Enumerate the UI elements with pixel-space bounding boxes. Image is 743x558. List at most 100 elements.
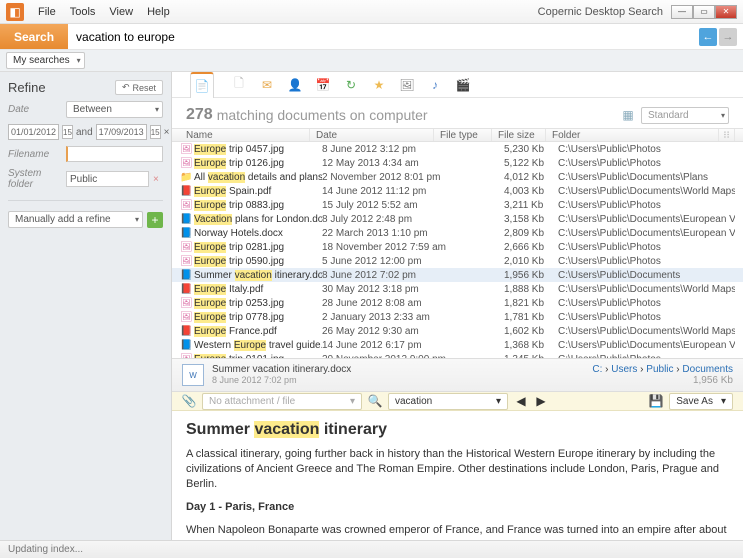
mail-icon[interactable]: ✉ (260, 78, 274, 92)
search-input[interactable] (68, 24, 699, 49)
file-date: 14 June 2012 6:17 pm (322, 340, 446, 351)
add-refine-button[interactable]: + (147, 212, 163, 228)
history-icon[interactable]: ↻ (344, 78, 358, 92)
file-icon: 📘 (180, 214, 194, 225)
nav-forward-button[interactable]: → (719, 28, 737, 46)
file-date: 14 June 2012 11:12 pm (322, 186, 446, 197)
file-name: Europe trip 0590.jpg (194, 256, 322, 267)
file-date: 28 June 2012 8:08 am (322, 298, 446, 309)
save-as-dropdown[interactable]: Save As▾ (669, 393, 733, 410)
manual-refine-dropdown[interactable]: Manually add a refine (8, 211, 143, 228)
file-date: 12 May 2013 4:34 am (322, 158, 446, 169)
attachment-icon[interactable]: 📎 (182, 394, 196, 408)
system-folder-input[interactable]: Public (66, 171, 149, 187)
preview-paragraph: A classical itinerary, going further bac… (186, 447, 729, 492)
new-doc-icon[interactable]: 🗋 (232, 78, 246, 92)
date-mode-dropdown[interactable]: Between (66, 101, 163, 118)
file-name: Europe trip 0457.jpg (194, 144, 322, 155)
file-date: 8 July 2012 2:48 pm (322, 214, 446, 225)
date-to-input[interactable]: 17/09/2013 (96, 124, 147, 140)
file-name: Europe trip 0281.jpg (194, 242, 322, 253)
file-size: 1,368 Kb (504, 340, 558, 351)
column-filetype[interactable]: File type (434, 129, 492, 141)
result-row[interactable]: 📘Western Europe travel guide.docx14 June… (172, 338, 743, 352)
result-row[interactable]: 📕Europe Spain.pdf14 June 2012 11:12 pm 4,… (172, 184, 743, 198)
minimize-button[interactable]: — (671, 5, 693, 19)
result-row[interactable]: 🖼Europe trip 0253.jpg28 June 2012 8:08 a… (172, 296, 743, 310)
system-folder-label: System folder (8, 168, 62, 190)
preview-date: 8 June 2012 7:02 pm (212, 375, 584, 385)
column-grip-icon[interactable]: ⁝⁝ (719, 129, 735, 141)
result-row[interactable]: 📘Norway Hotels.docx22 March 2013 1:10 pm… (172, 226, 743, 240)
find-in-preview-input[interactable]: vacation▾ (388, 393, 508, 410)
column-name[interactable]: Name (180, 129, 310, 141)
result-row[interactable]: 📘Summer vacation itinerary.docx8 June 20… (172, 268, 743, 282)
result-row[interactable]: 🖼Europe trip 0281.jpg18 November 2012 7:… (172, 240, 743, 254)
close-button[interactable]: ✕ (715, 5, 737, 19)
result-row[interactable]: 📘Vacation plans for London.docx8 July 20… (172, 212, 743, 226)
file-icon: 📕 (180, 326, 194, 337)
image-icon[interactable]: 🖼 (400, 78, 414, 92)
find-prev-icon[interactable]: ◀ (514, 394, 528, 408)
file-date: 8 June 2012 3:12 pm (322, 144, 446, 155)
view-mode-dropdown[interactable]: Standard (641, 107, 729, 124)
reset-button[interactable]: ↶Reset (115, 80, 163, 95)
file-icon: 📘 (180, 228, 194, 239)
calendar-icon[interactable]: 📅 (316, 78, 330, 92)
result-row[interactable]: 🖼Europe trip 0883.jpg15 July 2012 5:52 a… (172, 198, 743, 212)
file-date: 5 June 2012 12:00 pm (322, 256, 446, 267)
save-icon[interactable]: 💾 (649, 394, 663, 408)
result-row[interactable]: 🖼Europe trip 0126.jpg12 May 2013 4:34 am… (172, 156, 743, 170)
result-row[interactable]: 📕Europe Italy.pdf30 May 2012 3:18 pm1,88… (172, 282, 743, 296)
preview-filename: Summer vacation itinerary.docx (212, 364, 584, 375)
video-icon[interactable]: 🎬 (456, 78, 470, 92)
menu-help[interactable]: Help (147, 6, 170, 18)
file-folder: C:\Users\Public\Documents\World Maps (558, 284, 735, 295)
file-name: Vacation plans for London.docx (194, 214, 322, 225)
contact-icon[interactable]: 👤 (288, 78, 302, 92)
favorite-icon[interactable]: ★ (372, 78, 386, 92)
word-doc-icon: W (182, 364, 204, 386)
file-icon: 🖼 (180, 242, 194, 253)
file-icon: 📕 (180, 186, 194, 197)
date-from-input[interactable]: 01/01/2012 (8, 124, 59, 140)
file-date: 26 May 2012 9:30 am (322, 326, 446, 337)
file-size: 1,781 Kb (504, 312, 558, 323)
calendar-to-icon[interactable]: 15 (150, 125, 161, 139)
file-folder: C:\Users\Public\Photos (558, 200, 735, 211)
remove-date-filter[interactable]: × (164, 127, 170, 138)
calendar-from-icon[interactable]: 15 (62, 125, 73, 139)
attachment-dropdown[interactable]: No attachment / file▾ (202, 393, 362, 410)
file-name: Europe Spain.pdf (194, 186, 322, 197)
result-row[interactable]: 🖼Europe trip 0457.jpg8 June 2012 3:12 pm… (172, 142, 743, 156)
result-row[interactable]: 📁All vacation details and plans.zip2 Nov… (172, 170, 743, 184)
preview-title: Summer vacation itinerary (186, 421, 729, 439)
my-searches-dropdown[interactable]: My searches (6, 52, 85, 69)
nav-back-button[interactable]: ← (699, 28, 717, 46)
filename-input[interactable] (66, 146, 163, 162)
file-icon: 🖼 (180, 312, 194, 323)
file-size: 4,003 Kb (504, 186, 558, 197)
menu-file[interactable]: File (38, 6, 56, 18)
result-row[interactable]: 📕Europe France.pdf26 May 2012 9:30 am1,6… (172, 324, 743, 338)
file-folder: C:\Users\Public\Documents\World Maps (558, 186, 735, 197)
view-list-icon[interactable]: ▦ (621, 108, 635, 122)
file-date: 22 March 2013 1:10 pm (322, 228, 446, 239)
music-icon[interactable]: ♪ (428, 78, 442, 92)
find-next-icon[interactable]: ▶ (534, 394, 548, 408)
find-icon[interactable]: 🔍 (368, 394, 382, 408)
documents-tab[interactable]: 📄 (190, 72, 214, 98)
column-filesize[interactable]: File size (492, 129, 546, 141)
result-row[interactable]: 🖼Europe trip 0590.jpg5 June 2012 12:00 p… (172, 254, 743, 268)
search-button[interactable]: Search (0, 24, 68, 49)
menu-view[interactable]: View (109, 6, 133, 18)
preview-day-heading: Day 1 - Paris, France (186, 500, 729, 515)
remove-folder-filter[interactable]: × (153, 174, 163, 185)
preview-path[interactable]: C: › Users › Public › Documents (592, 364, 733, 375)
maximize-button[interactable]: ▭ (693, 5, 715, 19)
column-folder[interactable]: Folder (546, 129, 719, 141)
file-name: All vacation details and plans.zip (194, 172, 322, 183)
column-date[interactable]: Date (310, 129, 434, 141)
result-row[interactable]: 🖼Europe trip 0778.jpg2 January 2013 2:33… (172, 310, 743, 324)
menu-tools[interactable]: Tools (70, 6, 96, 18)
